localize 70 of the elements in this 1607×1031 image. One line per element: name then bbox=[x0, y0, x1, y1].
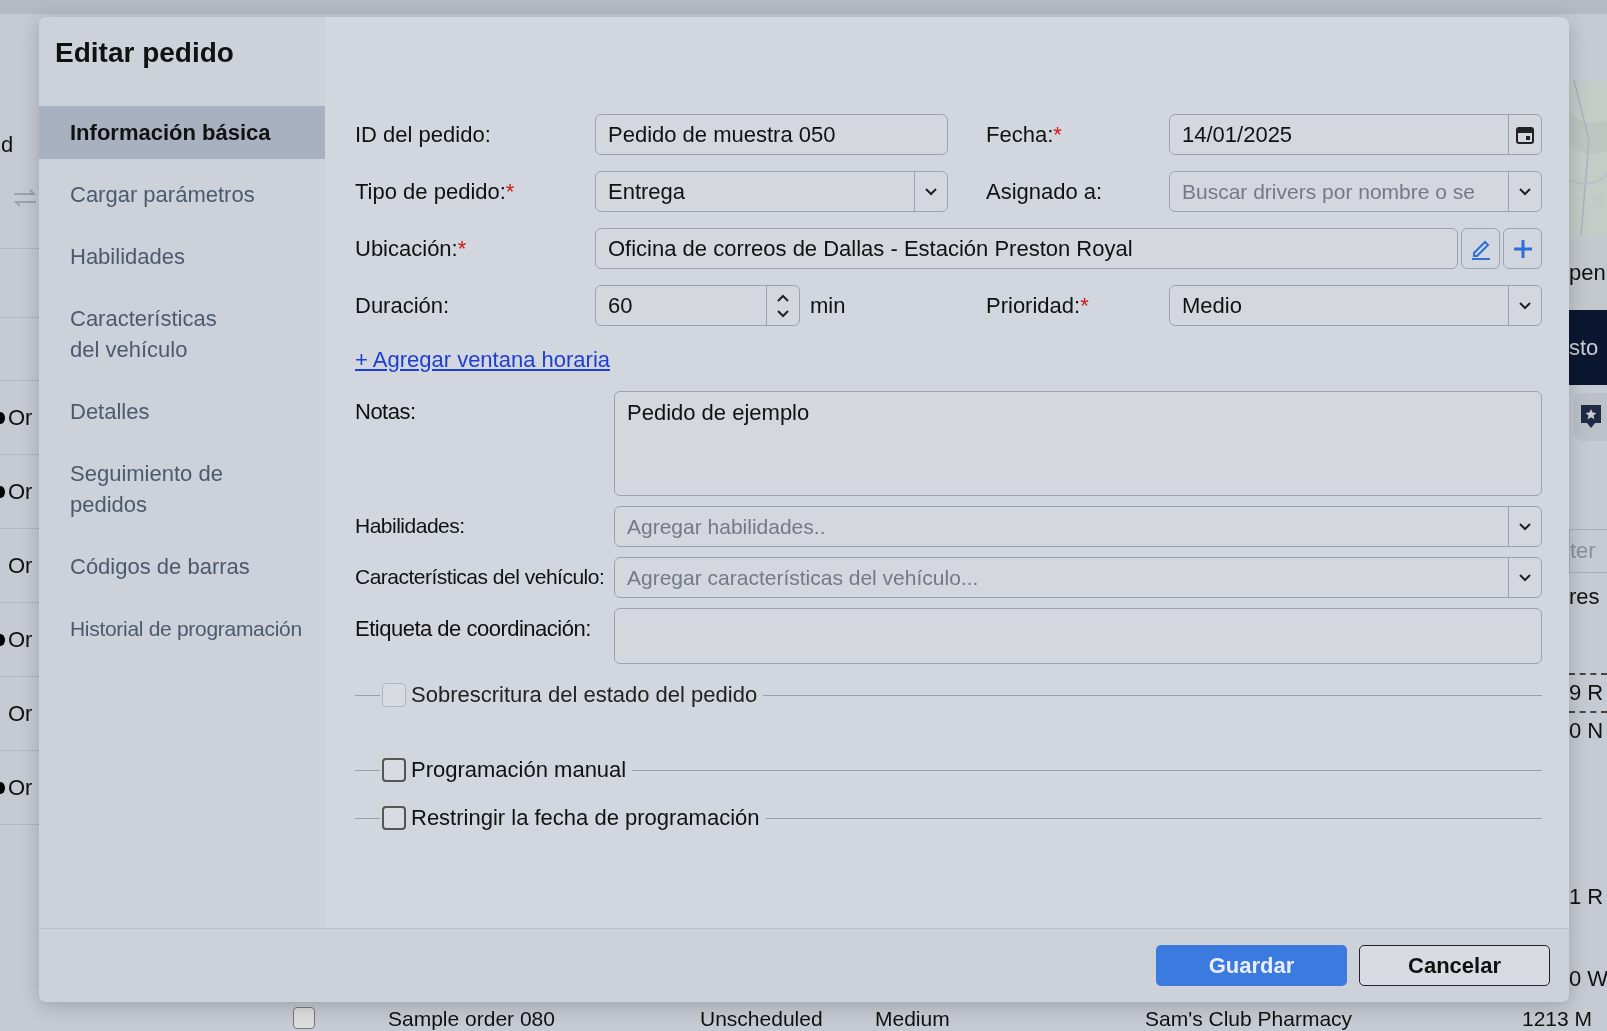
row-checkbox[interactable] bbox=[293, 1007, 315, 1029]
field-label: Tipo de pedido:* bbox=[355, 178, 516, 205]
table-cell: Sample order 080 bbox=[388, 1007, 555, 1031]
order-name: Or bbox=[8, 700, 33, 727]
add-time-window-link[interactable]: + Agregar ventana horaria bbox=[355, 347, 610, 373]
header-banner: sto bbox=[1569, 310, 1607, 385]
field-label: Etiqueta de coordinación: bbox=[355, 615, 592, 643]
nav-item[interactable]: Historial de programación bbox=[39, 602, 325, 655]
plus-icon bbox=[1512, 238, 1533, 259]
chevron-down-icon bbox=[1518, 522, 1532, 531]
chevron-down-icon bbox=[1518, 187, 1532, 196]
order-name: Or bbox=[8, 404, 33, 431]
text-field[interactable] bbox=[614, 608, 1542, 664]
chevron-down-icon bbox=[924, 187, 938, 196]
field-label: Notas: bbox=[355, 398, 417, 426]
dropdown-field[interactable]: Medio bbox=[1169, 285, 1542, 326]
nav-item[interactable]: Códigos de barras bbox=[39, 540, 325, 593]
field-label: Fecha:* bbox=[986, 121, 1063, 148]
cancel-button[interactable]: Cancelar bbox=[1359, 945, 1550, 986]
notes-field[interactable]: Pedido de ejemplo bbox=[614, 391, 1542, 496]
table-cell: Medium bbox=[875, 1007, 950, 1031]
order-name: Or bbox=[8, 626, 33, 653]
save-button[interactable]: Guardar bbox=[1156, 945, 1347, 986]
address-text: 0 N bbox=[1569, 718, 1604, 744]
field-label: Asignado a: bbox=[986, 178, 1104, 205]
table-cell: Unscheduled bbox=[700, 1007, 823, 1031]
field-label: Ubicación:* bbox=[355, 235, 468, 262]
date-field[interactable]: 14/01/2025 bbox=[1169, 114, 1542, 155]
chevron-down-icon bbox=[1518, 573, 1532, 582]
address-text: 9 R bbox=[1569, 680, 1604, 706]
bookmark-button[interactable] bbox=[1574, 393, 1607, 441]
nav-item[interactable]: Seguimiento de pedidos bbox=[39, 447, 325, 531]
field-label: Duración: bbox=[355, 292, 451, 319]
nav-item[interactable]: Características del vehículo bbox=[39, 292, 325, 376]
field-label: Habilidades: bbox=[355, 513, 466, 539]
field-label: Características del vehículo: bbox=[355, 564, 606, 590]
address-text: 1 R bbox=[1569, 884, 1604, 910]
dropdown-field[interactable]: Agregar características del vehículo... bbox=[614, 557, 1542, 598]
table-cell: Sam's Club Pharmacy bbox=[1145, 1007, 1353, 1031]
dropdown-field[interactable]: Entrega bbox=[595, 171, 948, 212]
checkbox-label: Restringir la fecha de programación bbox=[411, 805, 760, 831]
table-cell: 1213 M bbox=[1522, 1007, 1593, 1031]
checkbox-label: Sobrescritura del estado del pedido bbox=[411, 682, 758, 708]
field-label: Prioridad:* bbox=[986, 292, 1090, 319]
number-field[interactable]: 60 bbox=[595, 285, 800, 326]
calendar-icon bbox=[1515, 124, 1535, 145]
nav-item[interactable]: Información básica bbox=[39, 106, 325, 159]
checkbox[interactable] bbox=[382, 758, 406, 782]
field-label: ID del pedido: bbox=[355, 121, 492, 148]
checkbox[interactable] bbox=[382, 806, 406, 830]
swap-icon[interactable] bbox=[12, 188, 38, 208]
location-field[interactable]: Oficina de correos de Dallas - Estación Preston Royal bbox=[595, 228, 1458, 269]
dialog-title: Editar pedido bbox=[54, 36, 235, 70]
order-name: Or bbox=[8, 478, 33, 505]
add-button[interactable] bbox=[1503, 228, 1542, 269]
dropdown-field[interactable]: Buscar drivers por nombre o se bbox=[1169, 171, 1542, 212]
order-name: Or bbox=[8, 774, 33, 801]
nav-item[interactable]: Detalles bbox=[39, 385, 325, 438]
text-field[interactable]: Pedido de muestra 050 bbox=[595, 114, 948, 155]
column-header-text: d bbox=[1, 132, 15, 158]
checkbox-label: Programación manual bbox=[411, 757, 627, 783]
nav-item[interactable]: Habilidades bbox=[39, 230, 325, 283]
dropdown-field[interactable]: Agregar habilidades.. bbox=[614, 506, 1542, 547]
chevron-down-icon bbox=[1518, 301, 1532, 310]
unit-label: min bbox=[810, 292, 846, 319]
order-name: Or bbox=[8, 552, 33, 579]
nav-item[interactable]: Cargar parámetros bbox=[39, 168, 325, 221]
edit-button[interactable] bbox=[1461, 228, 1500, 269]
address-text: res bbox=[1569, 584, 1600, 610]
star-bubble-icon bbox=[1580, 404, 1602, 430]
